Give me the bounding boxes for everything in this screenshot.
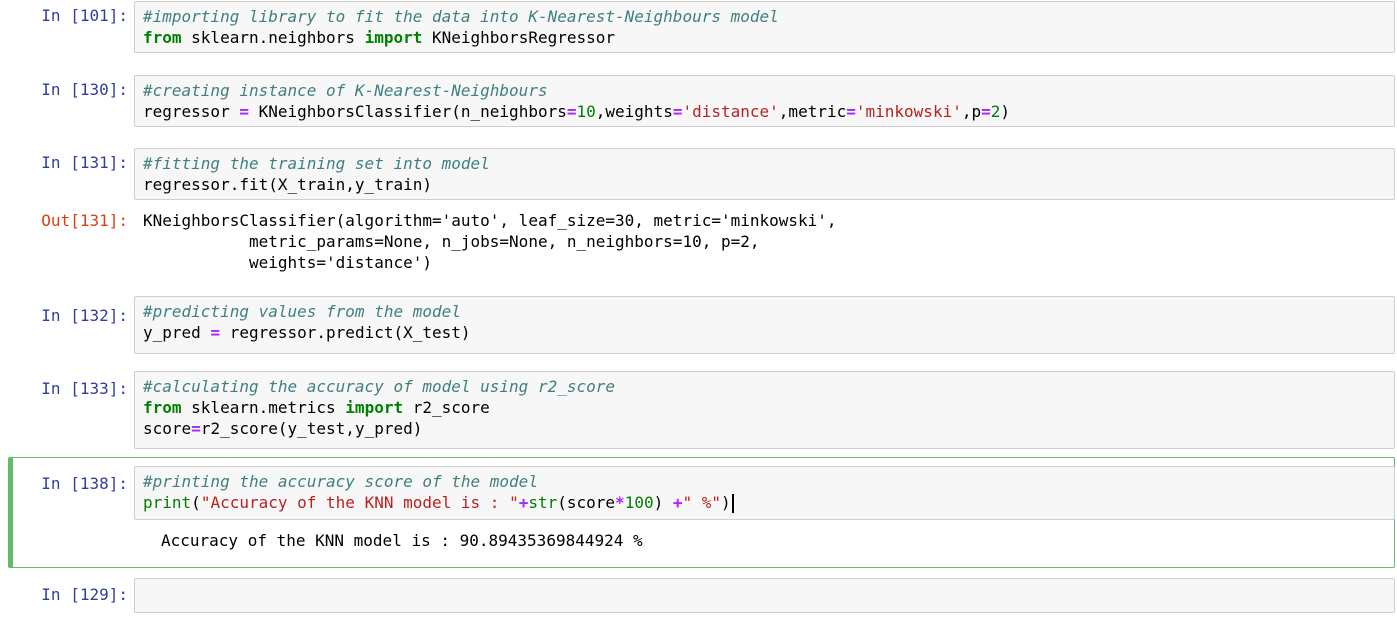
code-cell-130[interactable]: In [130]: #creating instance of K-Neares… [10,74,1395,134]
code-token: = [846,102,856,121]
output-line: metric_params=None, n_jobs=None, n_neigh… [143,232,760,251]
code-editor[interactable]: #creating instance of K-Nearest-Neighbou… [134,75,1395,127]
code-token: import [345,398,404,417]
input-prompt: In [132]: [41,306,128,325]
code-cell-131[interactable]: In [131]: #fitting the training set into… [10,147,1395,287]
input-prompt: In [101]: [41,6,128,25]
input-prompt: In [138]: [41,474,128,493]
output-prompt: Out[131]: [41,211,128,230]
output-line: weights='distance') [143,253,432,272]
code-token: * [615,493,625,512]
code-token: = [981,102,991,121]
code-token: = [191,419,201,438]
code-token: 'distance' [682,102,779,121]
code-cell-101[interactable]: In [101]: #importing library to fit the … [10,0,1395,60]
code-token: ( [191,493,201,512]
code-token: " %" [682,493,722,512]
code-token: (score [557,493,616,512]
code-editor[interactable]: #importing library to fit the data into … [134,1,1395,53]
code-token: 'minkowski' [855,102,962,121]
code-token: import [364,28,423,47]
code-line: y_pred = regressor.predict(X_test) [143,322,1386,343]
code-token: #fitting the training set into model [143,154,490,173]
code-token: #predicting values from the model [143,302,461,321]
code-line: #importing library to fit the data into … [143,6,1386,27]
code-token: sklearn.neighbors [181,28,365,47]
code-editor[interactable]: #calculating the accuracy of model using… [134,371,1395,449]
code-line: regressor = KNeighborsClassifier(n_neigh… [143,101,1386,122]
code-token: #importing library to fit the data into … [143,7,779,26]
code-token: regressor [143,102,240,121]
code-editor[interactable]: #predicting values from the model y_pred … [134,296,1395,354]
code-token: regressor.fit(X_train,y_train) [143,175,432,194]
code-cell-133[interactable]: In [133]: #calculating the accuracy of m… [10,371,1395,453]
text-cursor [731,494,734,513]
code-token: KNeighborsRegressor [422,28,616,47]
code-token: #creating instance of K-Nearest-Neighbou… [143,81,548,100]
code-editor[interactable]: #printing the accuracy score of the mode… [134,466,1395,520]
cell-output: KNeighborsClassifier(algorithm='auto', l… [134,210,1395,273]
code-token: ) [653,493,673,512]
code-token: score [143,419,192,438]
code-token: ,weights [595,102,673,121]
code-cell-132[interactable]: In [132]: #predicting values from the mo… [10,296,1395,360]
code-token: ,metric [778,102,847,121]
code-token: = [239,102,249,121]
code-line: #creating instance of K-Nearest-Neighbou… [143,80,1386,101]
input-prompt: In [129]: [41,585,128,604]
code-token: y_pred [143,323,211,342]
code-token: + [518,493,529,512]
code-token: #printing the accuracy score of the mode… [143,472,538,491]
code-token: ) [1000,102,1011,121]
code-token: r2_score(y_test,y_pred) [200,419,423,438]
code-token: from [143,398,182,417]
output-line: KNeighborsClassifier(algorithm='auto', l… [143,211,837,230]
code-token: print [143,493,192,512]
code-token: ) [721,493,731,512]
code-token: = [210,323,221,342]
code-token: sklearn.metrics [181,398,346,417]
stdout-line: Accuracy of the KNN model is : 90.894353… [161,531,643,550]
input-prompt: In [130]: [41,80,128,99]
code-editor[interactable] [134,578,1395,613]
code-token: + [672,493,683,512]
code-line: #fitting the training set into model [143,153,1386,174]
code-token: 10 [576,102,596,121]
code-line: from sklearn.metrics import r2_score [143,397,1386,418]
input-prompt: In [133]: [41,379,128,398]
code-line: #calculating the accuracy of model using… [143,376,1386,397]
code-token: ,p [961,102,982,121]
code-token: #calculating the accuracy of model using… [143,377,616,396]
code-token: from [143,28,182,47]
cell-output: Accuracy of the KNN model is : 90.894353… [134,530,1395,551]
code-cell-129[interactable]: In [129]: [10,578,1395,619]
code-line: from sklearn.neighbors import KNeighbors… [143,27,1386,48]
code-token: regressor.predict(X_test) [220,323,471,342]
code-token: 100 [624,493,654,512]
code-token: "Accuracy of the KNN model is : " [200,493,519,512]
code-editor[interactable]: #fitting the training set into model regr… [134,148,1395,200]
code-line: score=r2_score(y_test,y_pred) [143,418,1386,439]
code-line: regressor.fit(X_train,y_train) [143,174,1386,195]
code-cell-138[interactable]: In [138]: #printing the accuracy score o… [10,466,1395,568]
code-token: KNeighborsClassifier(n_neighbors [248,102,567,121]
input-prompt: In [131]: [41,153,128,172]
code-line: #predicting values from the model [143,301,1386,322]
code-token: r2_score [403,398,490,417]
code-token: = [566,102,577,121]
code-token: 2 [990,102,1001,121]
code-line: #printing the accuracy score of the mode… [143,471,1386,492]
code-token: str [528,493,558,512]
code-line: print("Accuracy of the KNN model is : "+… [143,492,1386,513]
